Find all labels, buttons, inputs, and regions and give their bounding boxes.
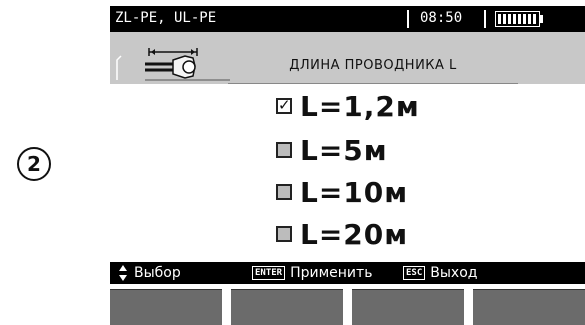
enter-key-icon: ENTER [252, 266, 286, 280]
up-down-arrows-icon [119, 265, 127, 281]
option-l-1-2m[interactable]: L=1,2м [276, 86, 420, 126]
esc-key-icon: ESC [403, 266, 426, 280]
softkey-4[interactable] [473, 289, 585, 325]
measurement-mode: ZL-PE, UL-PE [115, 10, 217, 26]
option-label: L=5м [300, 133, 388, 167]
cable-length-options: L=1,2м L=5м L=10м L=20м [110, 84, 585, 262]
meter-screen: ZL-PE, UL-PE 08:50 ДЛИНА ПРОВОДНИКА L ✓ … [110, 0, 585, 325]
checkbox-checked-icon[interactable] [276, 96, 292, 114]
softkey-3[interactable] [352, 289, 464, 325]
status-divider [407, 10, 409, 28]
checkbox-icon[interactable] [276, 142, 292, 158]
step-number-marker: 2 [17, 147, 51, 181]
apply-hint: ENTER Применить [252, 265, 372, 281]
option-label: L=1,2м [300, 89, 420, 123]
softkey-row [110, 289, 585, 325]
exit-hint: ESC Выход [403, 265, 477, 281]
option-label: L=10м [300, 175, 409, 209]
clock: 08:50 [420, 10, 463, 26]
select-label: Выбор [134, 265, 181, 281]
exit-label: Выход [430, 265, 478, 281]
option-l-10m[interactable]: L=10м [276, 172, 408, 212]
checkbox-icon[interactable] [276, 184, 292, 200]
softkey-2[interactable] [231, 289, 343, 325]
option-l-20m[interactable]: L=20м [276, 214, 408, 254]
step-number: 2 [27, 152, 41, 176]
apply-label: Применить [290, 265, 373, 281]
softkey-1[interactable] [110, 289, 222, 325]
test-lead-cable-icon [116, 48, 230, 81]
status-divider [484, 10, 486, 28]
footer-hint-bar: Выбор ENTER Применить ESC Выход [110, 262, 585, 284]
screen-title: ДЛИНА ПРОВОДНИКА L [228, 47, 518, 84]
option-label: L=20м [300, 217, 409, 251]
screen-header: ДЛИНА ПРОВОДНИКА L [110, 32, 585, 84]
option-l-5m[interactable]: L=5м [276, 130, 388, 170]
status-bar: ZL-PE, UL-PE 08:50 [110, 6, 585, 32]
select-hint: Выбор [118, 265, 181, 281]
battery-icon [495, 11, 543, 27]
checkbox-icon[interactable] [276, 226, 292, 242]
